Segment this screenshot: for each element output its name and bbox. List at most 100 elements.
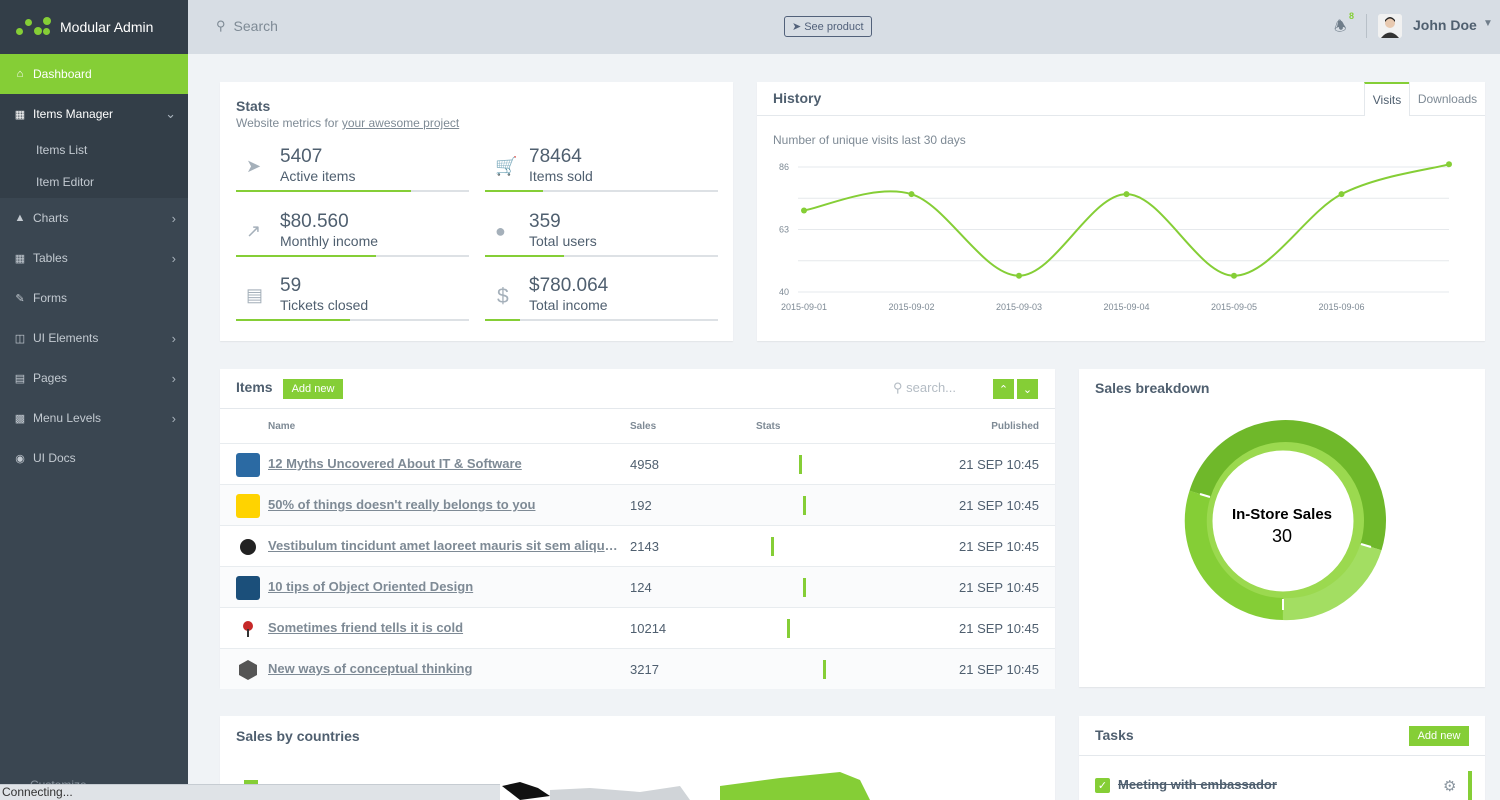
item-sparkline — [803, 496, 806, 515]
task-status-bar — [1468, 771, 1472, 800]
tab-downloads[interactable]: Downloads — [1409, 82, 1485, 116]
item-sparkline — [771, 537, 774, 556]
item-link[interactable]: New ways of conceptual thinking — [268, 661, 618, 676]
item-sales: 192 — [630, 498, 652, 513]
data-point[interactable] — [1446, 161, 1452, 168]
visits-series-line — [803, 163, 1450, 277]
sidebar-item-ui-elements[interactable]: ◫ UI Elements › — [0, 318, 188, 358]
items-manager-subnav: Items List Item Editor — [0, 134, 188, 198]
item-link[interactable]: 10 tips of Object Oriented Design — [268, 579, 618, 594]
desktop-icon: ◫ — [14, 332, 26, 345]
rocket-icon: ➤ — [246, 156, 262, 176]
table-row: 50% of things doesn't really belongs to … — [220, 484, 1055, 525]
sidebar-subitem-items-list[interactable]: Items List — [0, 134, 188, 166]
logo-icon — [16, 17, 52, 37]
sidebar-item-ui-docs[interactable]: ◉ UI Docs — [0, 438, 188, 478]
item-link[interactable]: 50% of things doesn't really belongs to … — [268, 497, 618, 512]
avatar[interactable] — [1378, 14, 1402, 38]
sidebar-item-pages[interactable]: ▤ Pages › — [0, 358, 188, 398]
item-published: 21 SEP 10:45 — [959, 539, 1039, 554]
sidebar-item-charts[interactable]: ▲ Charts › — [0, 198, 188, 238]
stats-card: Stats Website metrics for your awesome p… — [220, 82, 733, 341]
item-sparkline — [787, 619, 790, 638]
add-task-button[interactable]: Add new — [1409, 726, 1469, 746]
cart-icon: 🛒 — [495, 156, 518, 176]
item-sparkline — [799, 455, 802, 474]
stat-progress — [485, 255, 718, 257]
project-link[interactable]: your awesome project — [342, 116, 459, 130]
data-point[interactable] — [908, 191, 915, 198]
stat-value: 59 — [280, 275, 302, 296]
task-checkbox[interactable]: ✓ — [1095, 778, 1110, 793]
add-item-button[interactable]: Add new — [283, 379, 343, 399]
sitemap-icon: ▩ — [14, 412, 26, 425]
sort-up-button[interactable]: ⌃ — [993, 379, 1014, 399]
sidebar-subitem-item-editor[interactable]: Item Editor — [0, 166, 188, 198]
x-tick-label: 2015-09-06 — [1318, 302, 1364, 312]
tab-visits[interactable]: Visits — [1364, 82, 1409, 116]
see-product-button[interactable]: ➤ See product — [784, 16, 872, 37]
sidebar-item-dashboard[interactable]: ⌂ Dashboard — [0, 54, 188, 94]
sidebar-item-tables[interactable]: ▦ Tables › — [0, 238, 188, 278]
item-link[interactable]: 12 Myths Uncovered About IT & Software — [268, 456, 618, 471]
items-search[interactable]: ⚲ search... — [893, 380, 956, 396]
users-icon: ● — [495, 221, 506, 241]
rocket-icon: ➤ — [792, 21, 802, 33]
sidebar-item-label: Pages — [33, 371, 68, 385]
stat-active-items: ➤ 5407 Active items — [236, 146, 469, 192]
app-title: Modular Admin — [60, 19, 154, 35]
sidebar: Modular Admin ⌂ Dashboard ▦ Items Manage… — [0, 0, 188, 800]
stat-progress — [236, 255, 469, 257]
stats-subtitle-text: Website metrics for — [236, 116, 339, 130]
item-thumbnail — [236, 535, 260, 559]
data-point[interactable] — [1016, 272, 1022, 279]
chevron-right-icon: › — [171, 330, 176, 346]
item-link[interactable]: Sometimes friend tells it is cold — [268, 620, 618, 635]
stats-subtitle: Website metrics for your awesome project — [236, 116, 459, 130]
x-tick-label: 2015-09-01 — [781, 302, 827, 312]
x-tick-label: 2015-09-03 — [996, 302, 1042, 312]
stat-label: Total income — [529, 297, 608, 313]
chevron-right-icon: › — [171, 370, 176, 386]
item-thumbnail — [236, 658, 260, 682]
item-link[interactable]: Vestibulum tincidunt amet laoreet mauris… — [268, 538, 618, 553]
column-header-published[interactable]: Published — [991, 421, 1039, 432]
sort-down-button[interactable]: ⌄ — [1017, 379, 1038, 399]
stat-label: Items sold — [529, 168, 593, 184]
header-search[interactable]: ⚲ Search — [216, 18, 278, 34]
caret-down-icon[interactable]: ▼ — [1483, 18, 1493, 29]
column-header-stats[interactable]: Stats — [756, 421, 780, 432]
column-header-name[interactable]: Name — [268, 421, 295, 432]
x-tick-label: 2015-09-05 — [1211, 302, 1257, 312]
browser-status-bar: Connecting... — [0, 784, 500, 800]
table-row: New ways of conceptual thinking 3217 21 … — [220, 648, 1055, 689]
item-sales: 10214 — [630, 621, 667, 636]
see-product-label: See product — [804, 20, 864, 33]
sidebar-item-menu-levels[interactable]: ▩ Menu Levels › — [0, 398, 188, 438]
item-published: 21 SEP 10:45 — [959, 498, 1039, 513]
gear-icon[interactable]: ⚙ — [1443, 777, 1456, 795]
items-search-input[interactable]: search... — [906, 380, 956, 395]
items-card: Items Add new ⚲ search... ⌃ ⌄ Name Sales… — [220, 369, 1055, 689]
data-point[interactable] — [1123, 191, 1130, 198]
stat-label: Total users — [529, 233, 597, 249]
data-point[interactable] — [801, 207, 807, 214]
sidebar-item-forms[interactable]: ✎ Forms — [0, 278, 188, 318]
data-point[interactable] — [1338, 191, 1345, 198]
sidebar-item-items-manager[interactable]: ▦ Items Manager ⌄ — [0, 94, 188, 134]
column-header-sales[interactable]: Sales — [630, 421, 656, 432]
data-point[interactable] — [1231, 272, 1237, 279]
task-label: Meeting with embassador — [1118, 777, 1277, 792]
notification-count: 8 — [1349, 11, 1355, 21]
stats-title: Stats — [236, 98, 271, 114]
brand[interactable]: Modular Admin — [0, 0, 188, 54]
bell-icon[interactable]: 🕭 — [1334, 16, 1347, 40]
item-published: 21 SEP 10:45 — [959, 457, 1039, 472]
github-icon: ◉ — [15, 452, 25, 465]
item-sales: 4958 — [630, 457, 659, 472]
user-name[interactable]: John Doe — [1413, 17, 1477, 33]
search-input[interactable]: Search — [234, 18, 278, 34]
header: ⚲ Search ➤ See product 🕭 8 John Doe ▼ — [188, 0, 1500, 54]
sales-breakdown-card: Sales breakdown In-Store Sales 30 — [1079, 369, 1485, 687]
stat-total-income: $ $780.064 Total income — [485, 275, 718, 321]
